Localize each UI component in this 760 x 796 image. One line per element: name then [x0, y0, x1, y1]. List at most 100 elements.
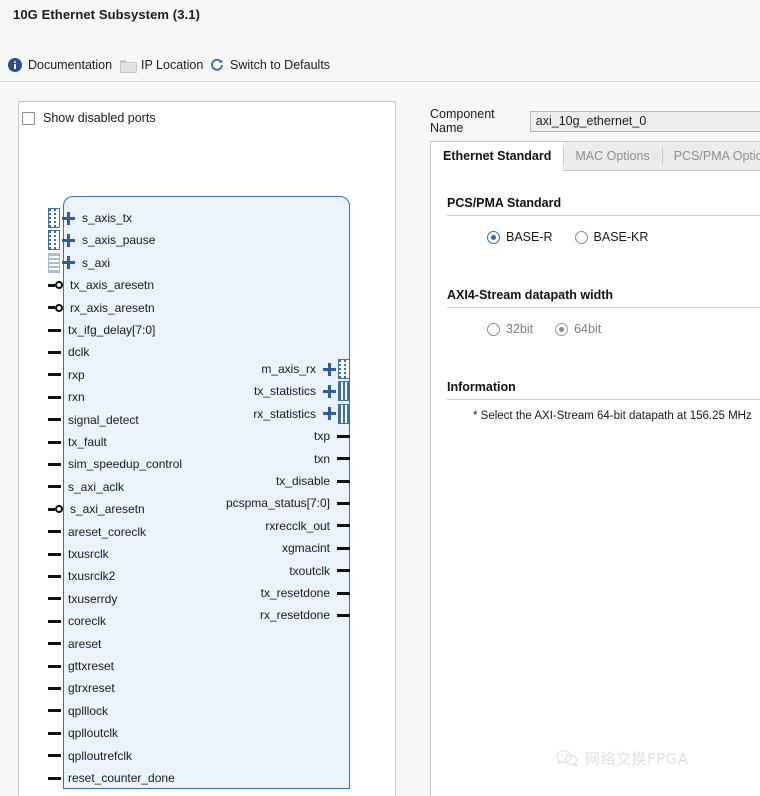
- page-title: 10G Ethernet Subsystem (3.1): [13, 7, 201, 22]
- show-disabled-ports-checkbox[interactable]: Show disabled ports: [22, 111, 156, 125]
- port-stub-icon: [48, 530, 61, 534]
- radio-button-icon: [487, 230, 500, 244]
- switch-to-defaults-button[interactable]: Switch to Defaults: [210, 50, 330, 80]
- component-name-label: Component Name: [430, 107, 495, 135]
- pcs-pma-standard-option-base-kr[interactable]: BASE-KR: [574, 230, 649, 244]
- port-label: txuserrdy: [68, 591, 118, 606]
- port-stub-icon: [48, 373, 61, 377]
- port-label: tx_statistics: [253, 384, 316, 399]
- port-label: tx_ifg_delay[7:0]: [68, 323, 156, 337]
- bus-connector-icon: [338, 381, 350, 402]
- port-rx-resetdone: rx_resetdone: [260, 607, 350, 623]
- port-stub-icon: [48, 418, 61, 422]
- port-label: rxn: [68, 390, 85, 405]
- refresh-icon: [210, 58, 224, 72]
- port-stub-icon: [337, 569, 350, 573]
- port-label: txusrclk2: [68, 569, 116, 584]
- port-stub-icon: [48, 552, 61, 556]
- pcs-pma-standard-title: PCS/PMA Standard: [447, 196, 562, 210]
- tab-pcs-pma-options[interactable]: PCS/PMA Options: [661, 142, 760, 170]
- port-stub-icon: [337, 434, 350, 438]
- port-label: rx_resetdone: [259, 608, 330, 623]
- port-stub-icon: [48, 395, 61, 399]
- folder-icon: [120, 59, 137, 73]
- radio-label: BASE-KR: [593, 230, 649, 244]
- port-stub-icon: [48, 731, 61, 735]
- port-tx-statistics[interactable]: tx_statistics: [253, 381, 350, 402]
- watermark-text: 网络交换FPGA: [585, 750, 689, 768]
- port-rx-statistics[interactable]: rx_statistics: [253, 403, 350, 424]
- port-txn: txn: [314, 451, 350, 467]
- expand-bus-icon[interactable]: [62, 256, 75, 270]
- information-section: Information * Select the AXI-Stream 64-b…: [447, 380, 760, 422]
- switch-to-defaults-label: Switch to Defaults: [230, 57, 331, 72]
- port-m-axis-rx[interactable]: m_axis_rx: [261, 359, 350, 379]
- expand-bus-icon[interactable]: [62, 233, 75, 247]
- expand-bus-icon[interactable]: [323, 362, 336, 376]
- port-tx-disable: tx_disable: [276, 473, 350, 489]
- port-reset-counter-done: reset_counter_done: [48, 770, 175, 786]
- expand-bus-icon[interactable]: [323, 407, 336, 421]
- port-label: tx_disable: [275, 474, 330, 488]
- bus-connector-icon: [48, 230, 60, 251]
- tab-ethernet-standard[interactable]: Ethernet Standard: [431, 142, 564, 171]
- port-rxrecclk-out: rxrecclk_out: [265, 518, 350, 534]
- port-stub-icon: [48, 776, 61, 780]
- radio-label: BASE-R: [506, 230, 553, 244]
- port-label: rxp: [68, 367, 85, 382]
- tab-strip: Ethernet Standard MAC Options PCS/PMA Opti…: [431, 142, 760, 171]
- port-stub-icon: [337, 479, 350, 483]
- port-label: rx_axis_aresetn: [70, 300, 155, 315]
- config-tab-panel: Ethernet Standard MAC Options PCS/PMA Opti…: [430, 141, 760, 796]
- ip-location-label: IP Location: [141, 57, 204, 72]
- port-gttxreset: gttxreset: [48, 658, 114, 674]
- port-stub-icon: [48, 485, 61, 489]
- port-s-axi[interactable]: s_axi: [48, 252, 110, 273]
- pcs-pma-standard-option-base-r[interactable]: BASE-R: [487, 230, 553, 244]
- port-sim-speedup-control: sim_speedup_control: [48, 456, 182, 472]
- port-stub-icon: [337, 524, 350, 528]
- datapath-width-section: AXI4-Stream datapath width 32bit 64bit: [447, 288, 760, 336]
- port-stub-icon: [48, 686, 61, 690]
- title-bar: 10G Ethernet Subsystem (3.1): [0, 0, 760, 34]
- port-stub-icon: [48, 664, 61, 668]
- documentation-button[interactable]: Documentation: [8, 50, 112, 80]
- expand-bus-icon[interactable]: [323, 384, 336, 398]
- port-stub-icon: [48, 619, 61, 623]
- bus-connector-icon: [48, 208, 60, 228]
- component-name-row: Component Name: [430, 107, 760, 135]
- port-pcspma-status-7-0-: pcspma_status[7:0]: [226, 495, 350, 511]
- port-s-axis-pause[interactable]: s_axis_pause: [48, 230, 156, 251]
- bus-connector-icon: [338, 359, 350, 379]
- information-title: Information: [447, 380, 516, 394]
- wechat-logo-icon: [556, 749, 578, 768]
- port-s-axis-tx[interactable]: s_axis_tx: [48, 208, 132, 228]
- port-stub-icon: [48, 440, 61, 444]
- datapath-width-option-32bit: 32bit: [487, 322, 533, 336]
- port-stub-icon: [337, 457, 350, 461]
- port-stub-icon: [337, 591, 350, 595]
- tab-mac-options[interactable]: MAC Options: [563, 142, 661, 170]
- watermark: 网络交换FPGA: [556, 748, 689, 769]
- port-stub-icon: [48, 350, 61, 354]
- component-name-input[interactable]: [529, 110, 760, 132]
- ip-configuration-dialog: 10G Ethernet Subsystem (3.1) Documentati…: [0, 0, 760, 796]
- port-stub-icon: [337, 613, 350, 617]
- port-label: txp: [313, 429, 330, 444]
- ip-location-button[interactable]: IP Location: [120, 50, 203, 80]
- port-label: s_axi_aresetn: [70, 502, 145, 517]
- port-rx-axis-aresetn: rx_axis_aresetn: [48, 300, 155, 316]
- bus-connector-icon: [338, 403, 350, 424]
- port-label: qplloutrefclk: [68, 748, 133, 763]
- port-s-axi-aclk: s_axi_aclk: [48, 479, 124, 495]
- port-txusrclk2: txusrclk2: [48, 568, 115, 584]
- datapath-width-title: AXI4-Stream datapath width: [447, 288, 613, 302]
- expand-bus-icon[interactable]: [62, 211, 75, 225]
- port-label: areset_coreclk: [68, 524, 147, 539]
- port-label: s_axis_pause: [82, 233, 156, 248]
- active-low-bubble-icon: [48, 280, 63, 290]
- active-low-bubble-icon: [48, 303, 63, 313]
- bus-connector-icon: [48, 252, 60, 273]
- datapath-width-radio-group: 32bit 64bit: [447, 308, 760, 336]
- port-rxp: rxp: [48, 367, 85, 383]
